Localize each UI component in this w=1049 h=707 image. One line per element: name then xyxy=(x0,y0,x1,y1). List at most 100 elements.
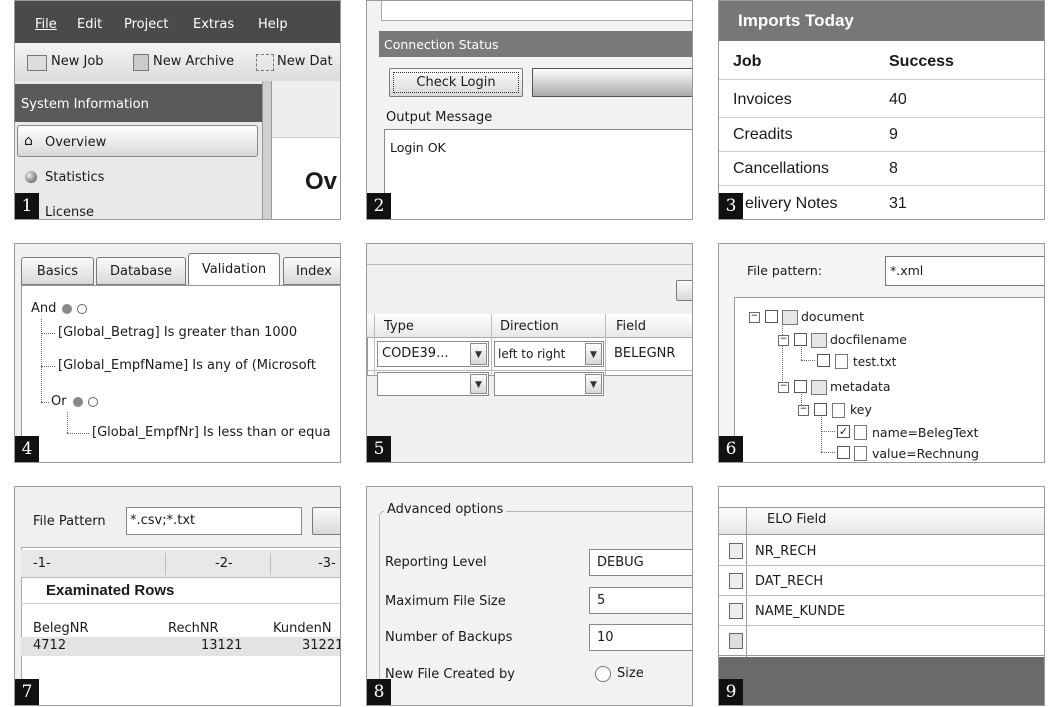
col-header-rechnr: RechNR xyxy=(168,621,219,636)
tree-checkbox[interactable] xyxy=(765,310,778,323)
menu-extras[interactable]: Extras xyxy=(193,17,234,32)
row-success: 8 xyxy=(889,160,898,177)
tree-node[interactable]: key xyxy=(850,402,872,417)
collapse-icon[interactable]: − xyxy=(778,335,789,346)
panel-badge-5: 5 xyxy=(367,436,391,462)
sidebar-splitter[interactable] xyxy=(262,81,272,219)
new-archive-button[interactable]: New Archive xyxy=(153,54,234,69)
direction-select-value: left to right xyxy=(498,347,566,361)
panel-4-validation-rules: Basics Database Validation Index And [Gl… xyxy=(14,243,341,463)
imports-title: Imports Today xyxy=(738,11,854,30)
panel-badge-1: 1 xyxy=(15,193,39,219)
size-radio-label: Size xyxy=(617,666,644,681)
collapse-icon[interactable]: − xyxy=(778,382,789,393)
tree-checkbox[interactable] xyxy=(794,380,807,393)
field-mapped-icon xyxy=(729,573,743,589)
size-radio[interactable] xyxy=(595,666,611,682)
tab-basics-label: Basics xyxy=(36,264,79,279)
tree-checkbox[interactable]: ✓ xyxy=(837,425,850,438)
tree-node[interactable]: document xyxy=(801,309,864,324)
type-select-value: CODE39... xyxy=(382,346,449,361)
remove-icon[interactable] xyxy=(73,397,83,407)
collapse-icon[interactable]: − xyxy=(749,312,760,323)
check-login-button[interactable]: Check Login xyxy=(389,68,523,97)
col-header-job: Job xyxy=(733,53,762,70)
col-header-kundennr: KundenN xyxy=(273,621,332,636)
remove-icon[interactable] xyxy=(62,304,72,314)
panel-badge-3: 3 xyxy=(719,193,743,219)
tree-checkbox[interactable] xyxy=(794,333,807,346)
col-header-field[interactable]: Field xyxy=(616,319,646,334)
col-header-type[interactable]: Type xyxy=(384,319,414,334)
chevron-down-icon[interactable]: ▼ xyxy=(470,343,487,365)
statistics-icon xyxy=(25,171,37,183)
new-job-button[interactable]: New Job xyxy=(51,54,104,69)
node-icon xyxy=(811,380,827,395)
tab-database[interactable]: Database xyxy=(96,257,186,285)
column-marker[interactable]: -1- xyxy=(33,556,51,571)
column-marker[interactable]: -3- xyxy=(318,556,336,571)
panel-badge-9: 9 xyxy=(719,679,743,705)
tree-checkbox[interactable] xyxy=(837,446,850,459)
tree-node[interactable]: test.txt xyxy=(853,355,896,369)
rule-empfname[interactable]: [Global_EmpfName] Is any of (Microsoft xyxy=(58,358,316,373)
elo-field-row[interactable]: NR_RECH xyxy=(755,544,816,559)
elo-field-row[interactable]: DAT_RECH xyxy=(755,574,823,589)
col-header-elo-field[interactable]: ELO Field xyxy=(767,512,826,527)
field-value[interactable]: BELEGNR xyxy=(614,346,675,361)
col-header-belegnr: BelegNR xyxy=(33,621,89,636)
add-icon[interactable] xyxy=(77,304,87,314)
add-icon[interactable] xyxy=(88,397,98,407)
chevron-down-icon[interactable]: ▼ xyxy=(585,374,602,394)
row-success: 40 xyxy=(889,91,907,108)
elo-field-row[interactable]: NAME_KUNDE xyxy=(755,604,845,619)
tab-validation-label: Validation xyxy=(201,262,267,277)
panel-badge-7: 7 xyxy=(15,679,39,705)
chevron-down-icon[interactable]: ▼ xyxy=(585,343,602,365)
collapse-icon[interactable]: − xyxy=(798,405,809,416)
status-bar xyxy=(532,68,692,97)
max-file-size-value: 5 xyxy=(597,593,606,608)
menu-help[interactable]: Help xyxy=(258,17,288,32)
new-archive-icon xyxy=(133,54,149,71)
panel-badge-2: 2 xyxy=(367,193,391,219)
tree-checkbox[interactable] xyxy=(817,354,830,367)
reporting-level-label: Reporting Level xyxy=(385,555,487,570)
column-marker[interactable]: -2- xyxy=(215,556,233,571)
browse-button[interactable] xyxy=(312,507,340,535)
tree-node[interactable]: docfilename xyxy=(830,332,907,347)
col-header-direction[interactable]: Direction xyxy=(500,319,559,334)
tab-index[interactable]: Index xyxy=(283,257,340,285)
sidebar-item-license[interactable]: License xyxy=(45,205,94,219)
menu-file[interactable]: File xyxy=(35,17,57,32)
cell-rechnr: 13121 xyxy=(201,638,243,653)
menu-project[interactable]: Project xyxy=(124,17,168,32)
tree-node[interactable]: value=Rechnung xyxy=(872,446,979,461)
menu-edit[interactable]: Edit xyxy=(77,17,102,32)
or-node[interactable]: Or xyxy=(51,394,67,409)
rule-betrag[interactable]: [Global_Betrag] Is greater than 1000 xyxy=(58,325,297,340)
tab-validation[interactable]: Validation xyxy=(188,253,280,286)
tree-checkbox[interactable] xyxy=(814,403,827,416)
toolbar-button[interactable] xyxy=(676,280,692,301)
max-file-size-label: Maximum File Size xyxy=(385,594,506,609)
panel-3-imports-today: Imports Today Job Success Invoices 40 Cr… xyxy=(718,0,1045,220)
tree-node[interactable]: metadata xyxy=(830,379,891,394)
panel-badge-4: 4 xyxy=(15,436,39,462)
sidebar-item-statistics[interactable]: Statistics xyxy=(45,170,104,185)
field-mapped-icon xyxy=(729,603,743,619)
cell-kundennr: 31221 xyxy=(302,638,341,653)
file-icon xyxy=(835,354,848,369)
and-node[interactable]: And xyxy=(31,301,56,316)
top-input-strip xyxy=(381,1,692,21)
tab-basics[interactable]: Basics xyxy=(21,257,94,285)
chevron-down-icon[interactable]: ▼ xyxy=(470,374,487,394)
row-job: Invoices xyxy=(733,91,792,108)
menu-bar xyxy=(15,1,340,43)
output-message-label: Output Message xyxy=(386,110,493,125)
rule-empfnr[interactable]: [Global_EmpfNr] Is less than or equa xyxy=(92,425,331,440)
new-data-button[interactable]: New Dat xyxy=(277,54,333,69)
number-of-backups-label: Number of Backups xyxy=(385,630,513,645)
connection-status-title: Connection Status xyxy=(384,37,499,52)
tree-node[interactable]: name=BelegText xyxy=(872,425,979,440)
